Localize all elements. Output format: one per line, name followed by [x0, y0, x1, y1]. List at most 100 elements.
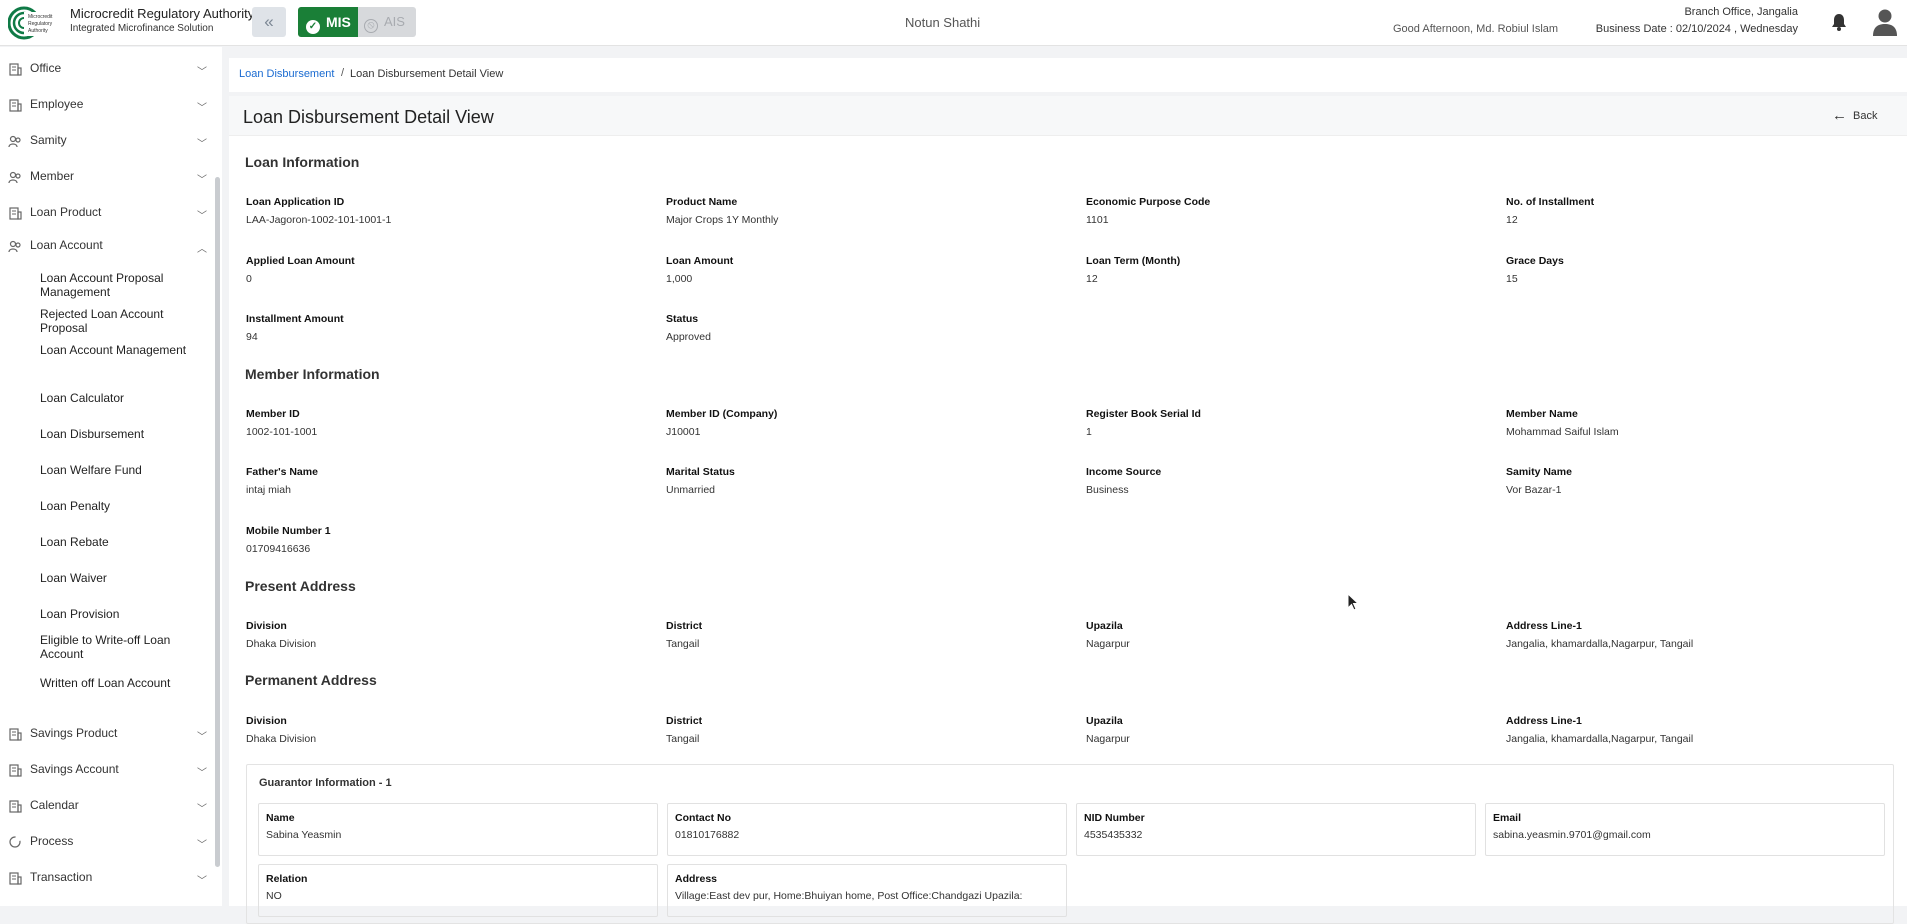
field-value: 0	[246, 273, 252, 285]
field-marital-status: Marital Status Unmarried	[666, 466, 1066, 496]
sidebar-item-employee[interactable]: Employee ﹀	[0, 93, 212, 117]
sidebar-subitem-loan-account-management[interactable]: Loan Account Management	[40, 343, 190, 357]
building-icon	[8, 206, 22, 220]
group-icon	[8, 170, 22, 184]
detail-panel: Loan Disbursement Detail View ← Back Loan…	[229, 96, 1907, 924]
sidebar-subitem-loan-calculator[interactable]: Loan Calculator	[40, 391, 190, 405]
sidebar-item-label: Savings Product	[30, 726, 118, 740]
ais-toggle-button[interactable]: ⦸ AIS	[358, 7, 416, 37]
sidebar-item-loan-product[interactable]: Loan Product ﹀	[0, 201, 212, 225]
sidebar-item-transaction[interactable]: Transaction ﹀	[0, 866, 212, 890]
field-value: 4535435332	[1084, 829, 1143, 841]
field-value: 94	[246, 331, 258, 343]
field-label: Address Line-1	[1506, 620, 1582, 632]
field-label: Upazila	[1086, 715, 1123, 727]
member-information-title: Member Information	[245, 366, 380, 382]
field-label: Mobile Number 1	[246, 525, 331, 537]
field-label: Grace Days	[1506, 255, 1564, 267]
sidebar-item-label: Office	[30, 61, 62, 75]
sidebar-item-loan-account[interactable]: Loan Account ︿	[0, 234, 212, 258]
field-label: Samity Name	[1506, 466, 1572, 478]
sidebar-subitem-loan-disbursement[interactable]: Loan Disbursement	[40, 427, 190, 441]
field-label: Register Book Serial Id	[1086, 408, 1201, 420]
sidebar-subitem-loan-account-proposal-management[interactable]: Loan Account Proposal Management	[40, 271, 190, 299]
field-value: NO	[266, 890, 282, 902]
sidebar-subitem-loan-welfare-fund[interactable]: Loan Welfare Fund	[40, 463, 190, 477]
chevron-down-icon: ﹀	[197, 804, 207, 815]
field-label: Installment Amount	[246, 313, 344, 325]
sidebar-scrollbar[interactable]	[215, 177, 220, 867]
field-value: Unmarried	[666, 484, 716, 496]
sidebar-item-samity[interactable]: Samity ﹀	[0, 129, 212, 153]
sidebar-item-member[interactable]: Member ﹀	[0, 165, 212, 189]
loan-information-title: Loan Information	[245, 154, 360, 170]
chevron-down-icon: ﹀	[197, 768, 207, 779]
field-label: NID Number	[1084, 812, 1145, 824]
user-avatar-icon[interactable]	[1872, 8, 1898, 36]
sidebar-item-label: Loan Account	[30, 238, 103, 252]
field-label: Upazila	[1086, 620, 1123, 632]
field-division: Division Dhaka Division	[246, 620, 646, 650]
field-value: 1002-101-1001	[246, 426, 318, 438]
sidebar-item-calendar[interactable]: Calendar ﹀	[0, 794, 212, 818]
sidebar-subitem-loan-provision[interactable]: Loan Provision	[40, 607, 190, 621]
sidebar-subitem-rejected-loan-account-proposal[interactable]: Rejected Loan Account Proposal	[40, 307, 190, 335]
double-chevron-left-icon: «	[264, 12, 274, 31]
sidebar-item-savings-account[interactable]: Savings Account ﹀	[0, 758, 212, 782]
field-division: Division Dhaka Division	[246, 715, 646, 745]
guarantor-field-name: Name Sabina Yeasmin	[258, 803, 658, 856]
guarantor-field-contact-no: Contact No 01810176882	[667, 803, 1067, 856]
field-label: Income Source	[1086, 466, 1162, 478]
org-title: Microcredit Regulatory Authority	[70, 6, 255, 21]
sidebar-item-savings-product[interactable]: Savings Product ﹀	[0, 722, 212, 746]
bell-icon[interactable]	[1831, 13, 1847, 31]
sidebar-subitem-eligible-to-write-off-loan-account[interactable]: Eligible to Write-off Loan Account	[40, 633, 190, 661]
field-no-of-installment: No. of Installment 12	[1506, 196, 1906, 226]
mis-toggle-button[interactable]: ✓ MIS	[298, 7, 358, 37]
sidebar-collapse-button[interactable]: «	[252, 7, 286, 37]
page-title: Loan Disbursement Detail View	[243, 107, 494, 127]
building-icon	[8, 727, 22, 741]
field-label: Applied Loan Amount	[246, 255, 355, 267]
sidebar-item-label: Process	[30, 834, 74, 848]
field-value: Nagarpur	[1086, 638, 1130, 650]
field-value: Tangail	[666, 733, 700, 745]
field-label: Contact No	[675, 812, 731, 824]
field-label: Address	[675, 873, 718, 885]
field-installment-amount: Installment Amount 94	[246, 313, 646, 343]
field-value: J10001	[666, 426, 701, 438]
sidebar-item-label: Samity	[30, 133, 67, 147]
field-value: Mohammad Saiful Islam	[1506, 426, 1619, 438]
field-label: Father's Name	[246, 466, 318, 478]
chevron-down-icon: ﹀	[197, 840, 207, 851]
field-value: Approved	[666, 331, 711, 343]
sidebar-subitem-loan-waiver[interactable]: Loan Waiver	[40, 571, 190, 585]
sidebar-item-process[interactable]: Process ﹀	[0, 830, 212, 854]
group-icon	[8, 134, 22, 148]
top-header: Microcredit Regulatory Authority Microcr…	[0, 0, 1907, 46]
breadcrumb-current: Loan Disbursement Detail View	[350, 68, 504, 80]
breadcrumb-link-loan-disbursement[interactable]: Loan Disbursement	[239, 68, 334, 80]
organization-name: Notun Shathi	[905, 15, 981, 30]
building-icon	[8, 871, 22, 885]
field-value: Major Crops 1Y Monthly	[666, 214, 779, 226]
guarantor-field-email: Email sabina.yeasmin.9701@gmail.com	[1485, 803, 1885, 856]
sidebar-item-label: Employee	[30, 97, 84, 111]
field-value: LAA-Jagoron-1002-101-1001-1	[246, 214, 392, 226]
field-value: intaj miah	[246, 484, 291, 496]
back-button[interactable]: ← Back	[1832, 107, 1877, 124]
chevron-down-icon: ﹀	[197, 175, 207, 186]
field-label: Address Line-1	[1506, 715, 1582, 727]
sidebar-subitem-loan-penalty[interactable]: Loan Penalty	[40, 499, 190, 513]
ais-label: AIS	[384, 14, 405, 29]
field-value: Tangail	[666, 638, 700, 650]
field-father-s-name: Father's Name intaj miah	[246, 466, 646, 496]
sidebar-subitem-loan-rebate[interactable]: Loan Rebate	[40, 535, 190, 549]
mouse-cursor-icon	[1347, 593, 1359, 611]
sidebar-subitem-written-off-loan-account[interactable]: Written off Loan Account	[40, 676, 190, 690]
field-value: sabina.yeasmin.9701@gmail.com	[1493, 829, 1651, 841]
sidebar-item-office[interactable]: Office ﹀	[0, 57, 212, 81]
field-loan-amount: Loan Amount 1,000	[666, 255, 1066, 285]
field-value: 01810176882	[675, 829, 740, 841]
field-value: Dhaka Division	[246, 638, 317, 650]
